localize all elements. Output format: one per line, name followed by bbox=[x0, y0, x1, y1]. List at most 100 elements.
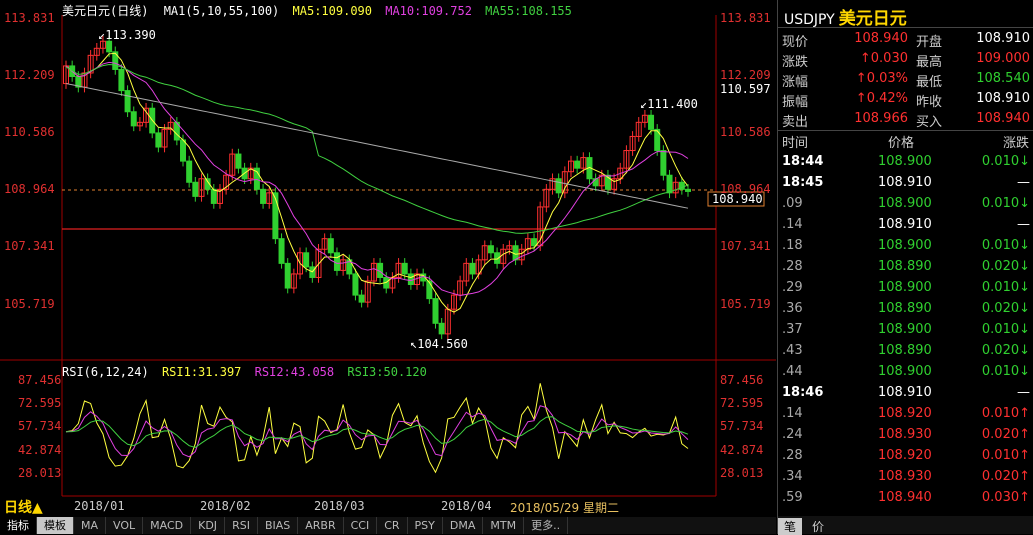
candle-body bbox=[401, 262, 408, 275]
tick-price: 108.900 bbox=[878, 280, 932, 295]
quote-label: 买入 bbox=[916, 115, 943, 130]
tab-0[interactable]: 指标 bbox=[0, 517, 37, 534]
tab-12[interactable]: DMA bbox=[443, 517, 484, 534]
period-selector[interactable]: 日线▲ bbox=[4, 497, 43, 517]
tick-price: 108.890 bbox=[878, 259, 932, 274]
candle-body bbox=[278, 238, 285, 264]
tick-price: 108.890 bbox=[878, 301, 932, 316]
tick-price: 108.900 bbox=[878, 322, 932, 337]
tick-change: 0.010↓ bbox=[981, 364, 1030, 379]
tick-time: 18:44 bbox=[782, 154, 824, 169]
tick-row: .59 108.940 0.030↑ bbox=[778, 488, 1033, 509]
tab-13[interactable]: MTM bbox=[483, 517, 525, 534]
quote-row: 涨跌 ↑0.030 最高 109.000 bbox=[778, 49, 1033, 70]
rsi3-value: RSI3:50.120 bbox=[347, 365, 427, 379]
tick-time: 18:45 bbox=[782, 175, 824, 190]
date-tick: 2018/04 bbox=[441, 499, 492, 513]
tick-row: .43 108.890 0.020↓ bbox=[778, 341, 1033, 362]
tab-1[interactable]: 模板 bbox=[37, 517, 74, 534]
y-tick-left: 107.341 bbox=[4, 239, 55, 253]
symbol-header: USDJPY 美元日元 bbox=[784, 4, 907, 29]
col-time-header: 时间 bbox=[782, 136, 809, 151]
candle-body bbox=[407, 273, 414, 286]
quote-label: 涨幅 bbox=[782, 75, 809, 90]
quote-label: 昨收 bbox=[916, 95, 943, 110]
tab-3[interactable]: VOL bbox=[106, 517, 144, 534]
tick-time: 18:46 bbox=[782, 385, 824, 400]
candle-body bbox=[235, 153, 242, 169]
divider bbox=[778, 130, 1033, 131]
tick-time: .37 bbox=[782, 322, 803, 337]
y-tick-right: 107.341 bbox=[720, 239, 771, 253]
tick-time: .44 bbox=[782, 364, 803, 379]
candle-body bbox=[469, 262, 476, 275]
col-price-header: 价格 bbox=[888, 136, 915, 151]
tab-8[interactable]: ARBR bbox=[298, 517, 344, 534]
y-tick-left: 112.209 bbox=[4, 68, 55, 82]
tick-change: 0.020↑ bbox=[981, 469, 1030, 484]
price-plot[interactable]: ↙113.390↖104.560↙111.400108.940 bbox=[0, 0, 776, 516]
candle-body bbox=[333, 252, 340, 271]
candle-body bbox=[432, 298, 439, 324]
tab-5[interactable]: KDJ bbox=[191, 517, 226, 534]
tab-14[interactable]: 更多.. bbox=[524, 517, 569, 534]
rsi-header: RSI(6,12,24) RSI1:31.397 RSI2:43.058 RSI… bbox=[62, 365, 427, 379]
tick-change: — bbox=[1017, 175, 1030, 190]
tab-10[interactable]: CR bbox=[377, 517, 408, 534]
rsi-tick: 57.734 bbox=[18, 419, 62, 433]
tick-change: 0.010↓ bbox=[981, 238, 1030, 253]
tick-change: 0.010↓ bbox=[981, 322, 1030, 337]
rsi1-value: RSI1:31.397 bbox=[161, 365, 242, 379]
rsi-config: RSI(6,12,24) bbox=[62, 365, 149, 379]
tab-9[interactable]: CCI bbox=[344, 517, 378, 534]
tab-4[interactable]: MACD bbox=[143, 517, 192, 534]
candlestick-chart[interactable]: 美元日元(日线) MA1(5,10,55,100) MA5:109.090 MA… bbox=[0, 0, 776, 516]
quote-value: ↑0.42% bbox=[855, 91, 908, 106]
tab-2[interactable]: MA bbox=[74, 517, 107, 534]
tick-row: .09 108.900 0.010↓ bbox=[778, 194, 1033, 215]
y-tick-right: 105.719 bbox=[720, 297, 771, 311]
rsi-tick: 72.595 bbox=[18, 396, 62, 410]
candle-body bbox=[155, 132, 162, 148]
quote-value: ↑0.030 bbox=[859, 51, 908, 66]
tick-change: 0.020↓ bbox=[981, 259, 1030, 274]
candle-body bbox=[260, 188, 267, 204]
rsi-tick: 57.734 bbox=[720, 419, 764, 433]
quote-value: 108.940 bbox=[976, 111, 1030, 126]
divider bbox=[778, 27, 1033, 28]
tick-time: .09 bbox=[782, 196, 803, 211]
quote-row: 涨幅 ↑0.03% 最低 108.540 bbox=[778, 69, 1033, 90]
y-tick-right: 108.964 bbox=[720, 182, 771, 196]
tab-6[interactable]: RSI bbox=[225, 517, 258, 534]
tick-price: 108.910 bbox=[878, 385, 932, 400]
candle-body bbox=[192, 181, 199, 197]
quote-label: 最高 bbox=[916, 55, 943, 70]
date-tick: 2018/02 bbox=[200, 499, 251, 513]
tab-ticks[interactable]: 笔 bbox=[778, 518, 803, 535]
high-marker: ↙113.390 bbox=[98, 28, 156, 42]
tick-change: 0.030↑ bbox=[981, 490, 1030, 505]
tick-row: .14 108.910 — bbox=[778, 215, 1033, 236]
tick-price: 108.900 bbox=[878, 196, 932, 211]
rsi-tick: 42.874 bbox=[18, 443, 62, 457]
rsi-tick: 72.595 bbox=[720, 396, 764, 410]
quote-row: 现价 108.940 开盘 108.910 bbox=[778, 29, 1033, 50]
quote-value: 108.966 bbox=[854, 111, 908, 126]
rsi1-line bbox=[65, 383, 689, 474]
symbol-name: 美元日元 bbox=[838, 9, 907, 29]
tab-price[interactable]: 价 bbox=[812, 518, 824, 535]
quote-value: 108.910 bbox=[976, 91, 1030, 106]
quote-value: ↑0.03% bbox=[855, 71, 908, 86]
y-tick-right: 113.831 bbox=[720, 11, 771, 25]
tick-row: .18 108.900 0.010↓ bbox=[778, 236, 1033, 257]
quote-label: 振幅 bbox=[782, 95, 809, 110]
tick-row: .36 108.890 0.020↓ bbox=[778, 299, 1033, 320]
rsi-tick: 87.456 bbox=[720, 373, 764, 387]
tab-11[interactable]: PSY bbox=[408, 517, 443, 534]
date-tick: 2018/03 bbox=[314, 499, 365, 513]
tick-change: 0.020↓ bbox=[981, 343, 1030, 358]
tick-time: .28 bbox=[782, 259, 803, 274]
y-tick-left: 110.586 bbox=[4, 125, 55, 139]
quote-label: 现价 bbox=[782, 35, 809, 50]
tab-7[interactable]: BIAS bbox=[258, 517, 299, 534]
